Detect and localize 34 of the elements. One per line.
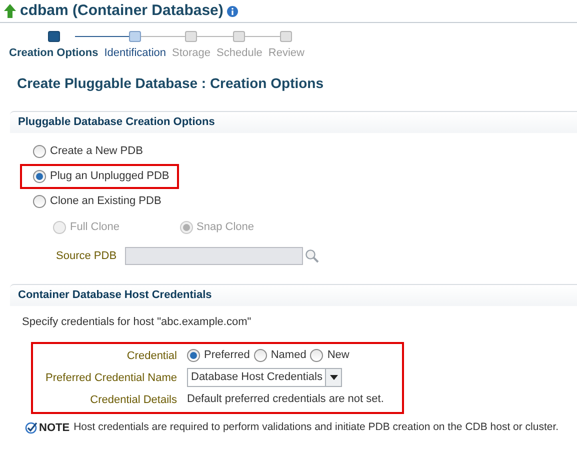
radio-button[interactable]: [254, 349, 267, 362]
radio-button[interactable]: [310, 349, 324, 362]
search-icon[interactable]: [304, 249, 319, 263]
page-title: Create Pluggable Database : Creation Options: [17, 74, 325, 93]
train-step-link[interactable]: Creation Options: [9, 45, 98, 62]
field-label: Source PDB: [56, 248, 117, 264]
note-text: Host credentials are required to perform validations and initiate PDB creation on the CDB host or cluster.: [74, 420, 559, 435]
field-label: Credential Details: [89, 392, 177, 408]
radio-label: Full Clone: [70, 220, 120, 236]
train-step-link[interactable]: Identification: [104, 45, 166, 62]
section-header: Pluggable Database Creation Options: [10, 111, 577, 133]
up-arrow-icon: [4, 4, 16, 18]
radio-label: Snap Clone: [196, 220, 254, 236]
info-icon[interactable]: [227, 6, 238, 16]
field-label: Preferred Credential Name: [44, 370, 177, 386]
radio-label: Preferred: [204, 348, 250, 364]
check-icon: [25, 422, 37, 434]
host-description: Specify credentials for host "abc.example.com": [22, 315, 252, 330]
field-label: Credential: [126, 348, 177, 364]
radio-button[interactable]: [33, 170, 46, 183]
caret-icon: [330, 375, 338, 380]
radio-label: New: [327, 348, 350, 364]
page-header-title: cdbam (Container Database): [20, 0, 224, 21]
note-label: NOTE: [39, 420, 70, 436]
section-header: Container Database Host Credentials: [10, 284, 577, 306]
credential-name-select[interactable]: Database Host Credentials: [187, 368, 342, 387]
radio-button[interactable]: [187, 349, 200, 362]
radio-label: Plug an Unplugged PDB: [50, 169, 170, 184]
radio-button[interactable]: [33, 145, 46, 158]
radio-label: Create a New PDB: [50, 144, 143, 160]
radio-button[interactable]: [33, 195, 46, 208]
field-value: Default preferred credentials are not set.: [187, 392, 385, 408]
radio-label: Clone an Existing PDB: [50, 194, 162, 210]
radio-label: Named: [270, 348, 306, 364]
